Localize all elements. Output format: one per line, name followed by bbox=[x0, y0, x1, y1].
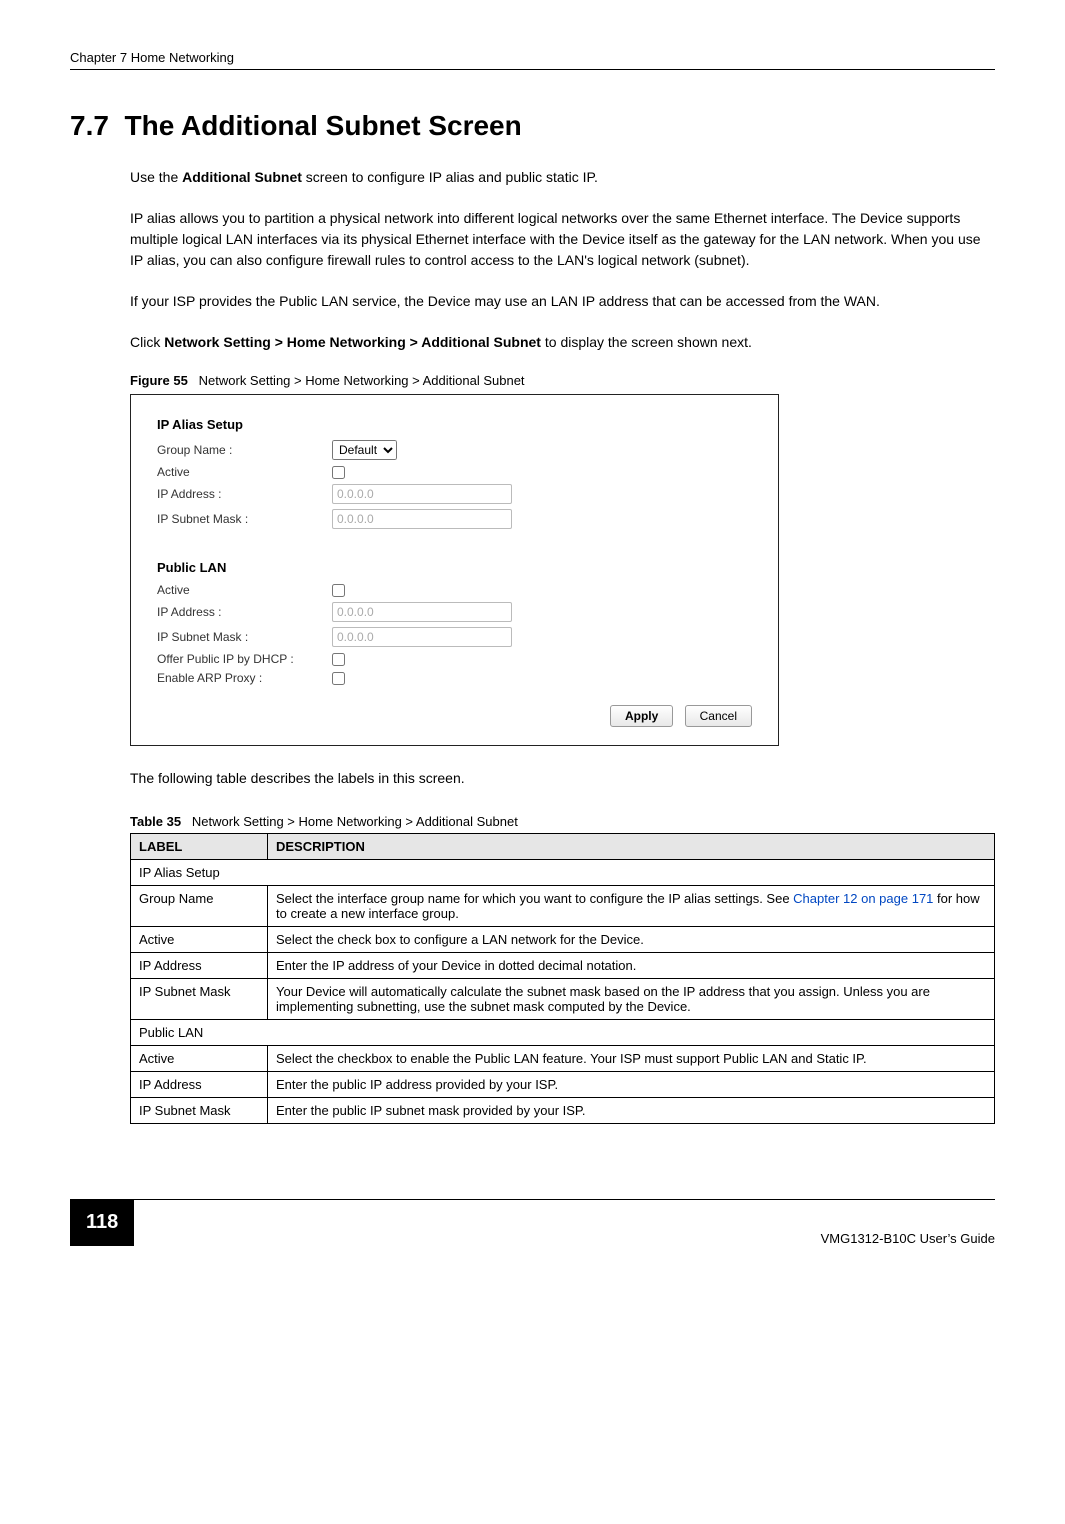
group-name-select[interactable]: Default bbox=[332, 440, 397, 460]
group-name-label: Group Name : bbox=[157, 443, 332, 457]
cross-reference-link[interactable]: Chapter 12 on page 171 bbox=[793, 891, 933, 906]
table-header-row: LABEL DESCRIPTION bbox=[131, 834, 995, 860]
page-footer: 118 VMG1312-B10C User’s Guide bbox=[70, 1199, 995, 1246]
table-row: ActiveSelect the checkbox to enable the … bbox=[131, 1046, 995, 1072]
publiclan-dhcp-checkbox[interactable] bbox=[332, 653, 345, 666]
running-header: Chapter 7 Home Networking bbox=[70, 50, 995, 70]
publiclan-dhcp-label: Offer Public IP by DHCP : bbox=[157, 652, 332, 666]
publiclan-active-checkbox[interactable] bbox=[332, 584, 345, 597]
table-row: IP Subnet MaskYour Device will automatic… bbox=[131, 979, 995, 1020]
table-row: IP AddressEnter the public IP address pr… bbox=[131, 1072, 995, 1098]
publiclan-mask-label: IP Subnet Mask : bbox=[157, 630, 332, 644]
ip-alias-setup-title: IP Alias Setup bbox=[157, 417, 752, 432]
paragraph: The following table describes the labels… bbox=[130, 768, 995, 789]
table-row: Group Name Select the interface group na… bbox=[131, 886, 995, 927]
publiclan-mask-input[interactable] bbox=[332, 627, 512, 647]
additional-subnet-screenshot: IP Alias Setup Group Name : Default Acti… bbox=[130, 394, 779, 746]
ipalias-mask-input[interactable] bbox=[332, 509, 512, 529]
section-heading: 7.7 The Additional Subnet Screen bbox=[70, 110, 995, 142]
table-row: IP Subnet MaskEnter the public IP subnet… bbox=[131, 1098, 995, 1124]
ipalias-active-label: Active bbox=[157, 465, 332, 479]
publiclan-arp-checkbox[interactable] bbox=[332, 672, 345, 685]
table-row: ActiveSelect the check box to configure … bbox=[131, 927, 995, 953]
ipalias-active-checkbox[interactable] bbox=[332, 466, 345, 479]
publiclan-ip-label: IP Address : bbox=[157, 605, 332, 619]
chapter-title: Chapter 7 Home Networking bbox=[70, 50, 234, 65]
figure-caption: Figure 55 Network Setting > Home Network… bbox=[130, 373, 995, 388]
table-row: Public LAN bbox=[131, 1020, 995, 1046]
table-caption: Table 35 Network Setting > Home Networki… bbox=[130, 814, 995, 829]
table-header-description: DESCRIPTION bbox=[268, 834, 995, 860]
table-header-label: LABEL bbox=[131, 834, 268, 860]
label-description-table: LABEL DESCRIPTION IP Alias Setup Group N… bbox=[130, 833, 995, 1124]
table-row: IP Alias Setup bbox=[131, 860, 995, 886]
paragraph: Click Network Setting > Home Networking … bbox=[130, 332, 995, 353]
guide-title: VMG1312-B10C User’s Guide bbox=[134, 1223, 995, 1246]
publiclan-arp-label: Enable ARP Proxy : bbox=[157, 671, 332, 685]
cancel-button[interactable]: Cancel bbox=[685, 705, 752, 727]
ipalias-mask-label: IP Subnet Mask : bbox=[157, 512, 332, 526]
paragraph: If your ISP provides the Public LAN serv… bbox=[130, 291, 995, 312]
publiclan-active-label: Active bbox=[157, 583, 332, 597]
ipalias-ip-input[interactable] bbox=[332, 484, 512, 504]
public-lan-title: Public LAN bbox=[157, 560, 752, 575]
paragraph: Use the Additional Subnet screen to conf… bbox=[130, 167, 995, 188]
paragraph: IP alias allows you to partition a physi… bbox=[130, 208, 995, 271]
table-row: IP AddressEnter the IP address of your D… bbox=[131, 953, 995, 979]
apply-button[interactable]: Apply bbox=[610, 705, 673, 727]
ipalias-ip-label: IP Address : bbox=[157, 487, 332, 501]
page-number: 118 bbox=[70, 1199, 134, 1246]
publiclan-ip-input[interactable] bbox=[332, 602, 512, 622]
